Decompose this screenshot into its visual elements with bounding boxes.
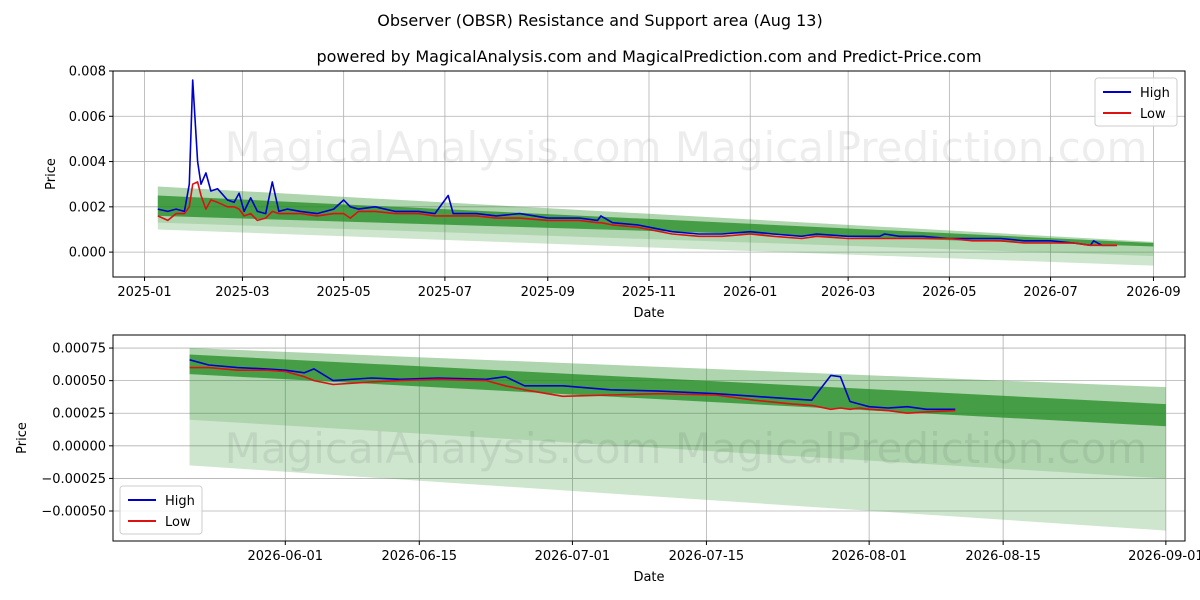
x-tick-label: 2026-09 [1126,285,1180,300]
y-axis-label: Price [44,158,59,190]
y-tick-label: 0.008 [69,65,106,80]
y-tick-label: 0.002 [69,200,106,215]
x-tick-label: 2026-07 [1023,285,1077,300]
y-tick-label: −0.00050 [41,505,106,520]
x-tick-label: 2025-03 [215,285,269,300]
watermark: MagicalAnalysis.com MagicalPrediction.co… [225,424,1148,473]
chart-figure: Observer (OBSR) Resistance and Support a… [0,0,1200,600]
legend-label-high: High [1140,86,1170,101]
y-tick-label: 0.006 [69,110,106,125]
y-tick-label: 0.00050 [52,374,106,389]
x-tick-label: 2026-01 [723,285,777,300]
y-tick-label: 0.000 [69,246,106,261]
y-tick-label: 0.004 [69,155,106,170]
x-axis-label: Date [633,306,664,321]
x-axis-label: Date [633,570,664,585]
x-tick-label: 2025-05 [316,285,370,300]
x-tick-label: 2025-09 [521,285,575,300]
y-tick-label: 0.00025 [52,407,106,422]
legend: High Low [119,485,203,535]
legend-label-high: High [165,494,195,509]
panel-top: MagicalAnalysis.com MagicalPrediction.co… [44,65,1186,321]
watermark: MagicalAnalysis.com MagicalPrediction.co… [225,123,1148,172]
panel-bottom: MagicalAnalysis.com MagicalPrediction.co… [15,334,1200,585]
x-tick-label: 2026-06-15 [382,549,458,564]
chart-canvas: Observer (OBSR) Resistance and Support a… [15,11,1200,585]
y-tick-label: 0.00075 [52,342,106,357]
x-tick-label: 2026-05 [922,285,976,300]
x-tick-label: 2025-11 [622,285,676,300]
chart-title: Observer (OBSR) Resistance and Support a… [377,11,822,30]
x-tick-label: 2026-03 [821,285,875,300]
x-tick-label: 2025-01 [117,285,171,300]
x-tick-label: 2026-07-15 [669,549,745,564]
x-tick-label: 2026-09-01 [1128,549,1200,564]
y-axis-label: Price [15,422,30,454]
legend: High Low [1094,77,1178,127]
chart-subtitle: powered by MagicalAnalysis.com and Magic… [316,47,981,66]
x-tick-label: 2026-06-01 [248,549,324,564]
y-tick-label: 0.00000 [52,439,106,454]
legend-label-low: Low [165,515,191,530]
x-tick-label: 2026-08-15 [965,549,1041,564]
x-tick-label: 2026-08-01 [831,549,907,564]
x-tick-label: 2026-07-01 [535,549,611,564]
y-tick-label: −0.00025 [41,472,106,487]
legend-label-low: Low [1140,107,1166,122]
x-tick-label: 2025-07 [418,285,472,300]
